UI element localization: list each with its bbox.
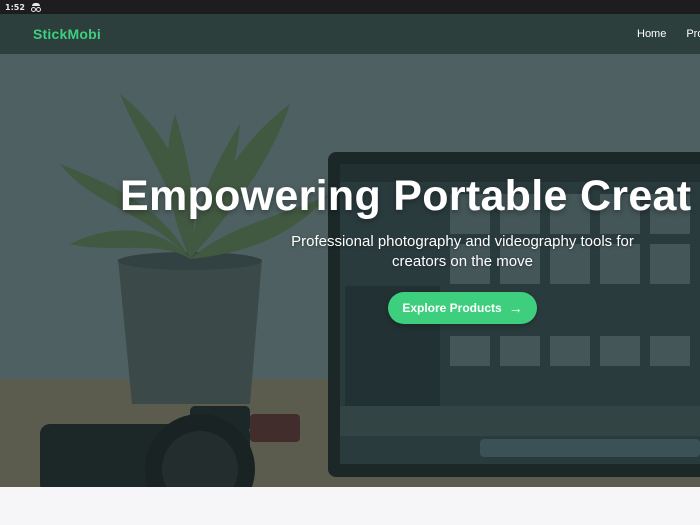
page-content-start: [0, 487, 700, 525]
hero-title: Empowering Portable Creat: [120, 172, 692, 220]
top-navbar: StickMobi Home Pro: [0, 14, 700, 54]
hero-section: Empowering Portable Creat Professional p…: [0, 54, 700, 487]
arrow-right-icon: →: [508, 300, 523, 316]
explore-products-button[interactable]: Explore Products →: [388, 292, 537, 324]
brand-logo[interactable]: StickMobi: [33, 14, 101, 54]
hero-subtitle: Professional photography and videography…: [291, 233, 634, 270]
nav-links: Home Pro: [637, 14, 700, 54]
nav-link-products[interactable]: Pro: [686, 28, 700, 40]
system-status-bar: 1:52: [0, 0, 700, 14]
nav-link-home[interactable]: Home: [637, 28, 666, 40]
status-time: 1:52: [5, 2, 25, 12]
incognito-icon: [30, 3, 41, 12]
cta-label: Explore Products: [402, 301, 502, 315]
